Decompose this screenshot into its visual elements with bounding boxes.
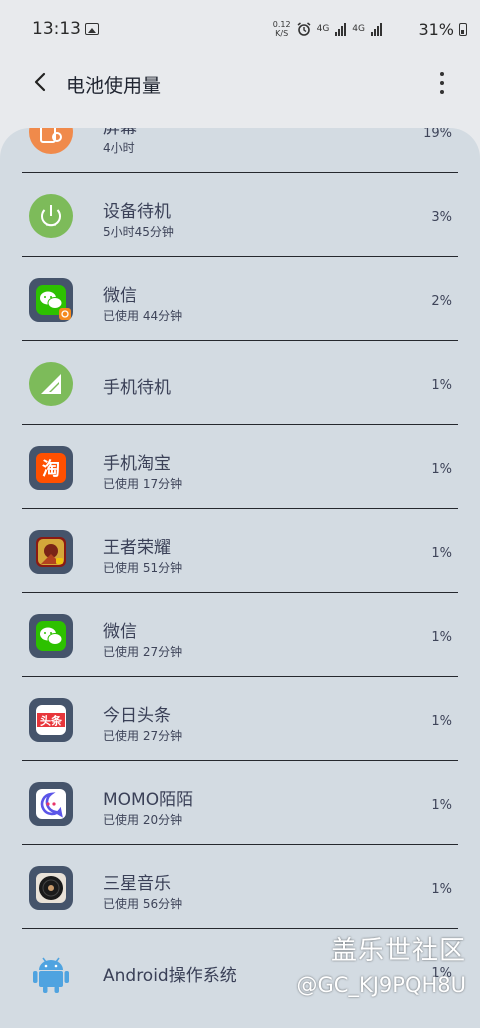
status-bar: 13:13 0.12 K/S 4G 4G 31%	[0, 0, 480, 60]
usage-time: 已使用 20分钟	[103, 813, 183, 827]
gallery-notification-icon	[85, 23, 99, 35]
usage-time: 5小时45分钟	[103, 225, 174, 239]
usage-time: 已使用 27分钟	[103, 645, 183, 659]
usage-percent: 1%	[431, 882, 452, 897]
usage-percent: 1%	[431, 378, 452, 393]
list-item[interactable]: 屏幕 4小时 19%	[0, 128, 480, 173]
usage-percent: 1%	[431, 714, 452, 729]
page-title: 电池使用量	[66, 75, 162, 97]
usage-time: 已使用 44分钟	[103, 309, 183, 323]
usage-time: 已使用 56分钟	[103, 897, 183, 911]
app-name: 手机淘宝	[103, 454, 171, 474]
list-item[interactable]: 微信 已使用 27分钟 1%	[0, 593, 480, 677]
usage-time: 4小时	[103, 141, 135, 155]
more-options-icon[interactable]	[432, 72, 452, 94]
signal-icon	[29, 362, 73, 406]
usage-time: 已使用 27分钟	[103, 729, 183, 743]
taobao-icon: 淘	[29, 446, 73, 490]
momo-icon	[29, 782, 73, 826]
app-name: 三星音乐	[103, 874, 171, 894]
app-name: MOMO陌陌	[103, 790, 194, 810]
network-type-label: 4G	[316, 24, 330, 34]
status-icons: 0.12 K/S 4G 4G	[273, 20, 382, 38]
svg-text:头条: 头条	[40, 714, 63, 728]
screen-icon	[29, 128, 73, 154]
battery-percent: 31%	[418, 20, 454, 39]
watermark-user: @GC_KJ9PQH8U	[296, 973, 466, 997]
list-item[interactable]: 三星音乐 已使用 56分钟 1%	[0, 845, 480, 929]
svg-text:淘: 淘	[42, 458, 60, 480]
back-arrow-icon[interactable]	[30, 71, 52, 93]
wechat-icon	[29, 614, 73, 658]
game-icon	[29, 530, 73, 574]
usage-percent: 1%	[431, 630, 452, 645]
list-item[interactable]: 手机待机 1%	[0, 341, 480, 425]
network-type-label-2: 4G	[352, 24, 365, 34]
net-speed-value: 0.12	[272, 20, 291, 29]
usage-percent: 3%	[431, 210, 452, 225]
signal-strength-icon-2	[371, 22, 382, 36]
list-item[interactable]: 微信 已使用 44分钟 2%	[0, 257, 480, 341]
watermark-title: 盖乐世社区	[330, 936, 466, 966]
list-item[interactable]: MOMO陌陌 已使用 20分钟 1%	[0, 761, 480, 845]
battery-usage-list: 屏幕 4小时 19% 设备待机 5小时45分钟 3% 微信 已使用 44分钟 2…	[0, 128, 480, 1028]
app-name: 微信	[103, 622, 137, 642]
app-bar: 电池使用量	[0, 60, 480, 106]
app-name: 屏幕	[103, 128, 137, 138]
usage-percent: 2%	[431, 294, 452, 309]
signal-strength-icon	[335, 22, 347, 36]
list-item[interactable]: 头条 今日头条 已使用 27分钟 1%	[0, 677, 480, 761]
usage-percent: 1%	[431, 462, 452, 477]
app-name: 今日头条	[103, 706, 171, 726]
net-speed: 0.12 K/S	[273, 20, 291, 38]
music-icon	[29, 866, 73, 910]
app-name: 手机待机	[103, 378, 171, 398]
net-speed-unit: K/S	[275, 29, 289, 38]
power-icon	[29, 194, 73, 238]
list-item[interactable]: 淘 手机淘宝 已使用 17分钟 1%	[0, 425, 480, 509]
app-name: 微信	[103, 286, 137, 306]
usage-percent: 19%	[423, 128, 452, 141]
watermark: 盖乐世社区 @GC_KJ9PQH8U	[297, 930, 466, 997]
usage-time: 已使用 17分钟	[103, 477, 183, 491]
wechat-icon	[29, 278, 73, 322]
list-item[interactable]: 设备待机 5小时45分钟 3%	[0, 173, 480, 257]
battery-icon	[459, 23, 467, 36]
usage-time: 已使用 51分钟	[103, 561, 183, 575]
android-icon	[29, 950, 73, 994]
app-name: Android操作系统	[103, 966, 237, 986]
alarm-icon	[297, 22, 311, 36]
usage-percent: 1%	[431, 546, 452, 561]
app-name: 设备待机	[103, 202, 171, 222]
status-time: 13:13	[32, 19, 81, 39]
toutiao-icon: 头条	[29, 698, 73, 742]
list-item[interactable]: 王者荣耀 已使用 51分钟 1%	[0, 509, 480, 593]
app-name: 王者荣耀	[103, 538, 171, 558]
usage-percent: 1%	[431, 798, 452, 813]
